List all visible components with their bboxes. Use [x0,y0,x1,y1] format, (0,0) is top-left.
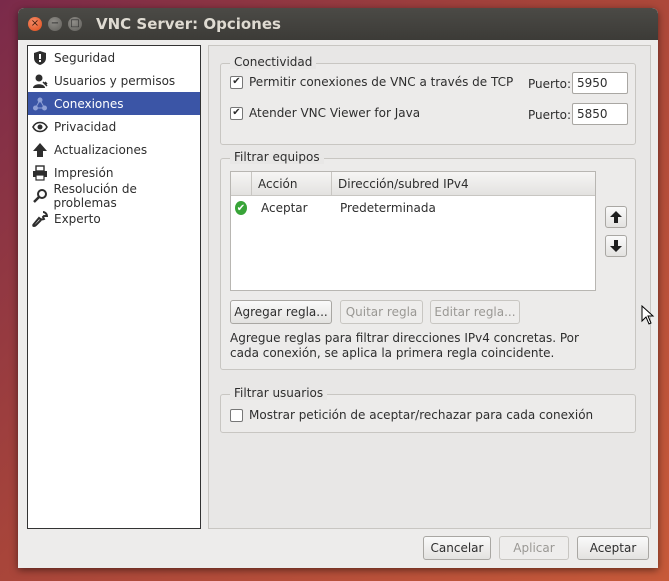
connectivity-legend: Conectividad [230,55,317,69]
minimize-window-button[interactable]: − [48,17,62,31]
tcp-checkbox[interactable]: ✔ [230,75,243,89]
sidebar-item-conexiones[interactable]: Conexiones [28,92,200,115]
connectivity-group: Conectividad ✔ Permitir conexiones de VN… [220,55,636,145]
sidebar: Seguridad Usuarios y permisos Conexiones… [27,45,201,529]
filter-hosts-group: Filtrar equipos Acción Dirección/subred … [220,150,636,370]
sidebar-item-label: Seguridad [54,50,116,65]
column-header-label: Acción [258,176,298,191]
tcp-checkbox-label: Permitir conexiones de VNC a través de T… [249,75,514,89]
sidebar-item-label: Conexiones [54,96,124,111]
button-label: Cancelar [430,541,484,555]
checkmark-icon: ✔ [232,76,241,87]
prompt-checkbox-label: Mostrar petición de aceptar/rechazar par… [249,408,594,422]
sidebar-item-label: Privacidad [54,119,117,134]
sidebar-item-label: Experto [54,211,101,226]
connections-panel: Conectividad ✔ Permitir conexiones de VN… [208,45,651,529]
java-checkbox[interactable]: ✔ [230,106,243,120]
shield-icon [31,49,49,67]
rules-table[interactable]: Acción Dirección/subred IPv4 ✔ Aceptar P… [230,171,596,291]
java-port-label: Puerto: [528,108,572,122]
apply-button[interactable]: Aplicar [499,536,569,560]
filter-users-group: Filtrar usuarios Mostrar petición de ace… [220,386,636,433]
mouse-pointer-icon [641,305,655,325]
tcp-port-value: 5950 [577,76,608,90]
java-checkbox-row[interactable]: ✔ Atender VNC Viewer for Java [230,106,420,120]
check-icon: ✔ [235,201,247,215]
cancel-button[interactable]: Cancelar [423,536,491,560]
sidebar-item-seguridad[interactable]: Seguridad [28,46,200,69]
upload-arrow-icon [31,141,49,159]
arrow-up-icon [610,211,622,223]
tcp-port-label: Puerto: [528,77,572,91]
accept-button[interactable]: Aceptar [577,536,649,560]
sidebar-item-label: Actualizaciones [54,142,148,157]
minimize-icon: − [50,18,60,29]
sidebar-item-actualizaciones[interactable]: Actualizaciones [28,138,200,161]
edit-rule-button[interactable]: Editar regla... [430,300,520,324]
filter-users-legend: Filtrar usuarios [230,386,328,400]
sidebar-item-label: Impresión [54,165,114,180]
column-header-label: Dirección/subred IPv4 [338,176,469,191]
maximize-window-button[interactable]: □ [68,17,82,31]
maximize-icon: □ [70,18,80,29]
sidebar-item-label: Usuarios y permisos [54,73,176,88]
tcp-port-field[interactable]: 5950 [572,72,628,94]
remove-rule-button[interactable]: Quitar regla [340,300,423,324]
add-rule-button[interactable]: Agregar regla... [230,300,332,324]
table-cell-action: Aceptar [255,201,335,215]
cell-text: Predeterminada [340,201,436,215]
close-icon: × [30,18,40,29]
close-window-button[interactable]: × [28,17,42,31]
window-title: VNC Server: Opciones [96,15,281,33]
eye-icon [31,118,49,136]
button-label: Quitar regla [345,305,418,319]
move-up-button[interactable] [605,206,627,228]
filter-hosts-legend: Filtrar equipos [230,150,324,164]
column-header-direccion[interactable]: Dirección/subred IPv4 [332,172,595,195]
tcp-checkbox-row[interactable]: ✔ Permitir conexiones de VNC a través de… [230,75,513,89]
table-cell-address: Predeterminada [335,201,595,215]
button-label: Agregar regla... [234,305,328,319]
magnifier-icon [31,187,49,205]
wrench-icon [31,210,49,228]
button-label: Editar regla... [434,305,516,319]
java-port-value: 5850 [577,107,608,121]
button-label: Aceptar [589,541,637,555]
connections-icon [31,95,49,113]
status-column-header[interactable] [231,172,252,195]
sidebar-item-label: Resolución de problemas [53,181,137,210]
filter-hosts-help: Agregue reglas para filtrar direcciones … [230,331,579,360]
options-window: × − □ VNC Server: Opciones Seguridad Usu… [18,8,658,568]
arrow-down-icon [610,240,622,252]
move-down-button[interactable] [605,235,627,257]
cell-text: Aceptar [261,201,308,215]
user-icon [31,72,49,90]
checkmark-icon: ✔ [232,107,241,118]
prompt-checkbox-row[interactable]: Mostrar petición de aceptar/rechazar par… [230,408,593,422]
table-row[interactable]: ✔ Aceptar Predeterminada [231,196,595,220]
java-checkbox-label: Atender VNC Viewer for Java [249,106,421,120]
table-header: Acción Dirección/subred IPv4 [231,172,595,196]
printer-icon [31,164,49,182]
title-bar[interactable]: × − □ VNC Server: Opciones [18,8,658,40]
java-port-field[interactable]: 5850 [572,103,628,125]
button-label: Aplicar [513,541,555,555]
prompt-checkbox[interactable] [230,408,243,422]
sidebar-item-experto[interactable]: Experto [28,207,200,230]
sidebar-item-privacidad[interactable]: Privacidad [28,115,200,138]
sidebar-item-resolucion[interactable]: Resolución de problemas [28,181,200,210]
sidebar-item-usuarios[interactable]: Usuarios y permisos [28,69,200,92]
column-header-accion[interactable]: Acción [252,172,332,195]
